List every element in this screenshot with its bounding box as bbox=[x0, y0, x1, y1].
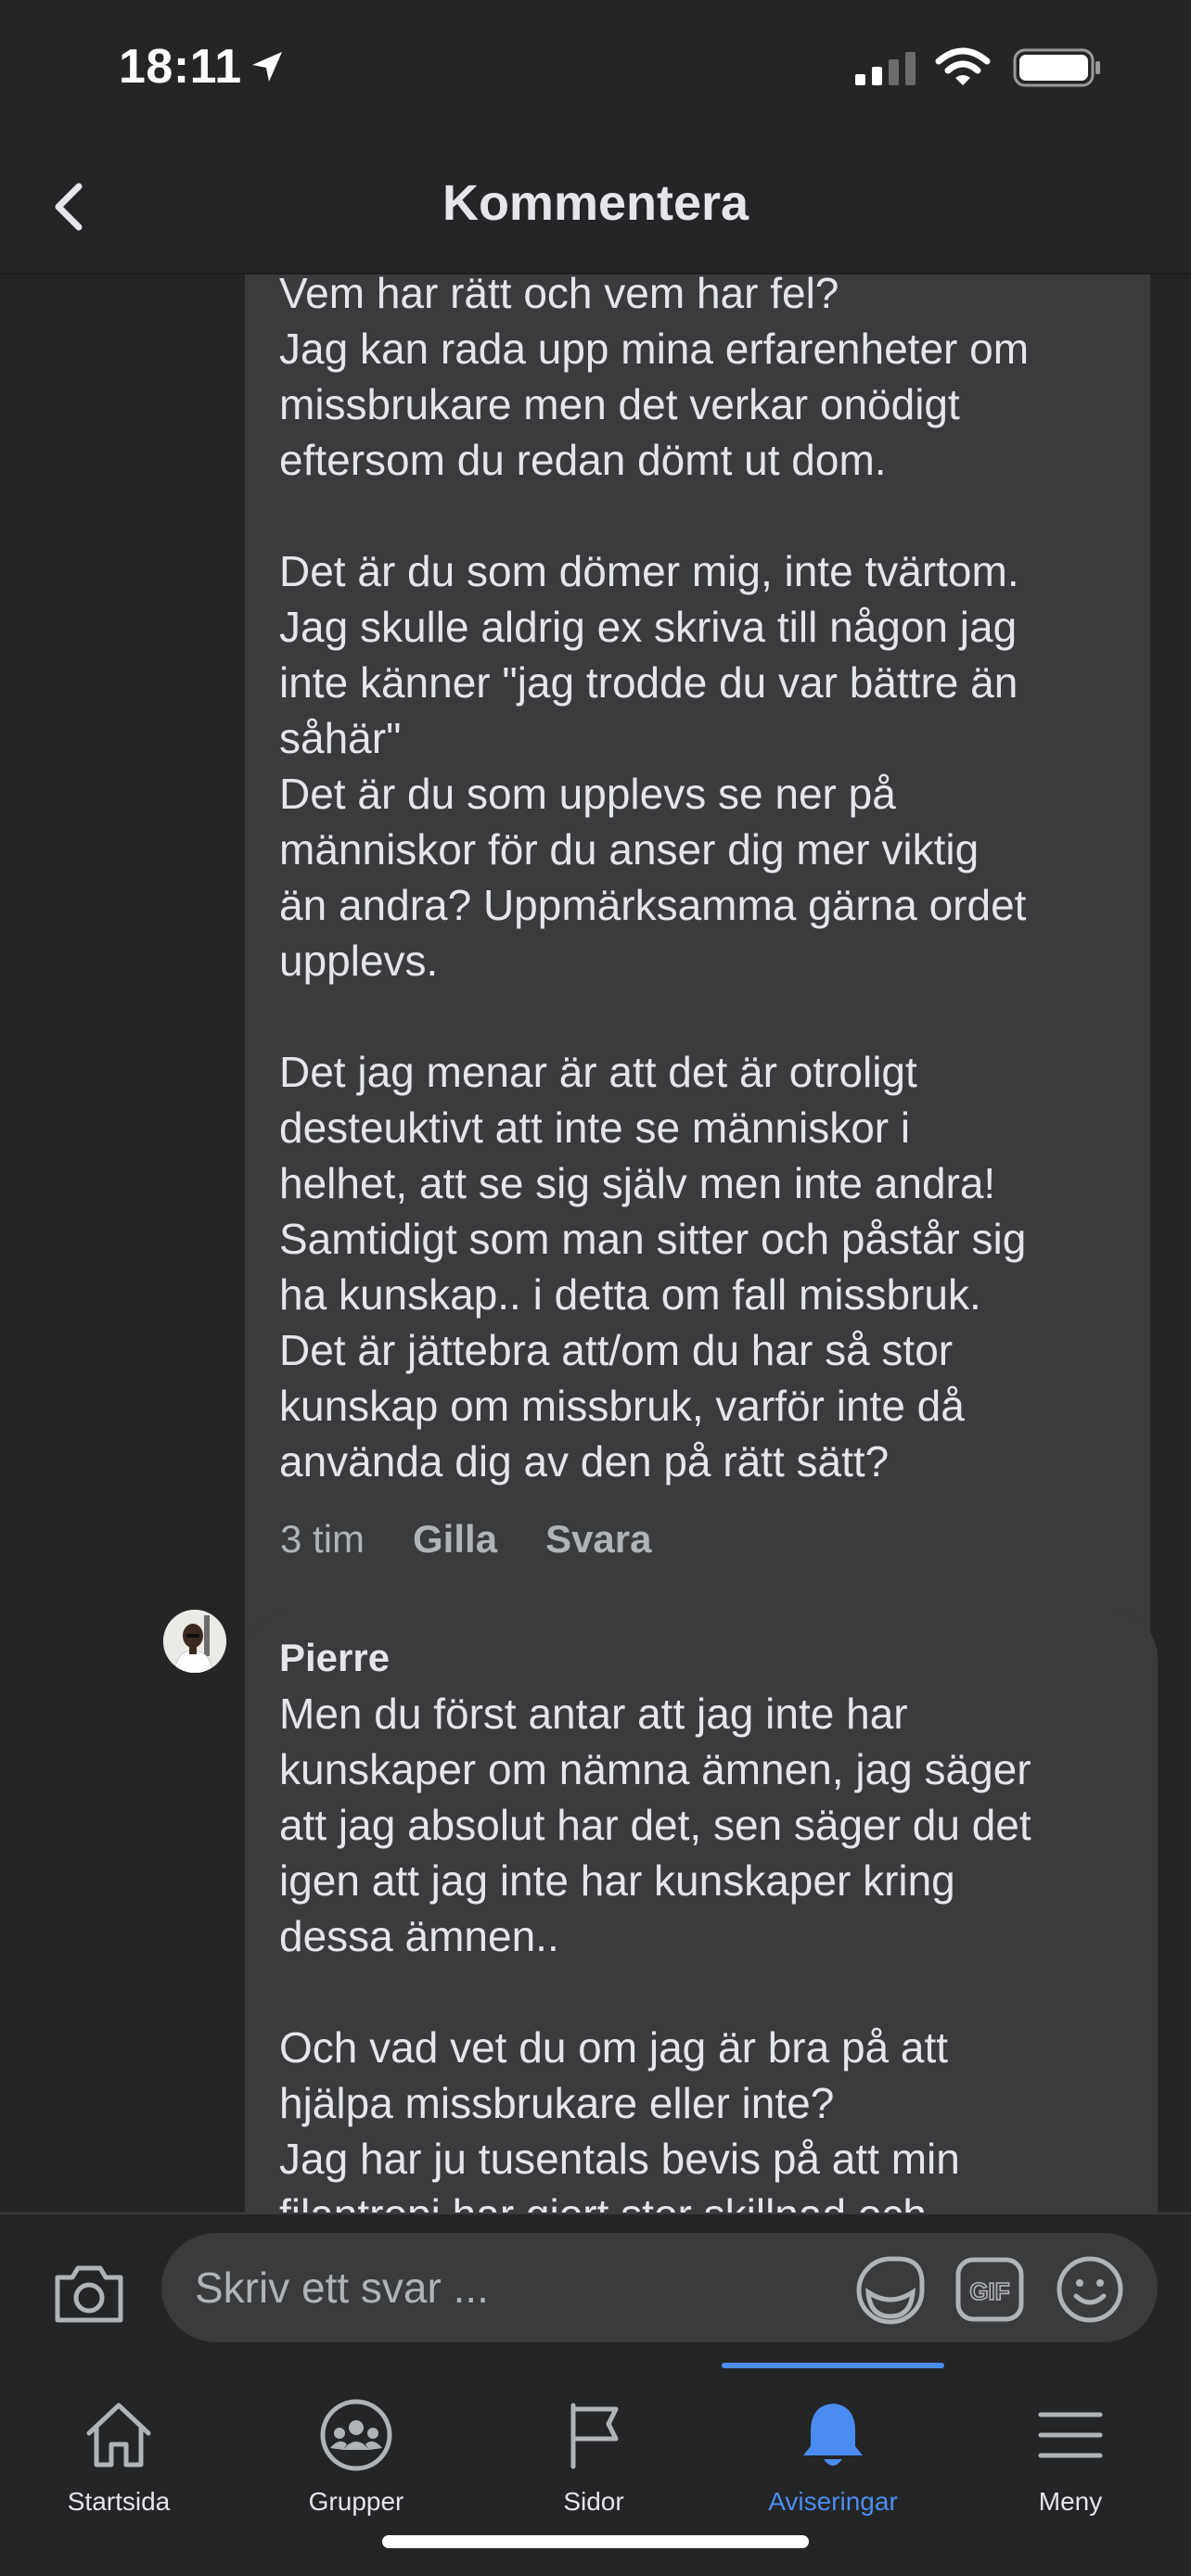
wifi-icon bbox=[935, 46, 991, 92]
battery-icon bbox=[1013, 48, 1102, 92]
home-icon bbox=[86, 2403, 151, 2468]
svg-text:GIF: GIF bbox=[969, 2277, 1009, 2305]
avatar[interactable] bbox=[163, 1610, 226, 1673]
location-arrow-icon bbox=[249, 48, 286, 90]
screen: 18:11 Kommentera Vem har rätt och vem ha… bbox=[0, 0, 1191, 2576]
hamburger-menu-icon bbox=[1038, 2412, 1103, 2458]
comment-text: Men du först antar att jag inte har kuns… bbox=[279, 1690, 1031, 2213]
camera-button[interactable] bbox=[52, 2261, 126, 2326]
tab-menu[interactable]: Meny bbox=[952, 2381, 1189, 2520]
tab-label: Meny bbox=[1038, 2487, 1103, 2516]
groups-icon bbox=[320, 2399, 392, 2471]
page-title: Kommentera bbox=[442, 175, 749, 231]
tab-label: Sidor bbox=[563, 2487, 624, 2516]
comment-timestamp: 3 tim bbox=[280, 1517, 365, 1561]
header: Kommentera bbox=[0, 139, 1191, 274]
emoji-button[interactable] bbox=[1056, 2255, 1124, 2324]
sticker-button[interactable] bbox=[855, 2255, 926, 2326]
flag-icon bbox=[570, 2403, 619, 2469]
comment-bubble[interactable]: Pierre Men du först antar att jag inte h… bbox=[245, 1612, 1158, 2213]
reply-input[interactable] bbox=[195, 2233, 807, 2342]
emoji-icon bbox=[1057, 2256, 1123, 2323]
camera-icon bbox=[55, 2265, 123, 2323]
active-tab-indicator bbox=[722, 2363, 944, 2368]
comment-text: Vem har rätt och vem har fel? Jag kan ra… bbox=[279, 274, 1030, 1486]
tab-label: Startsida bbox=[67, 2487, 171, 2516]
reply-field[interactable]: GIF bbox=[161, 2233, 1158, 2342]
sticker-icon bbox=[856, 2256, 925, 2325]
bell-icon bbox=[803, 2404, 863, 2466]
home-indicator[interactable] bbox=[382, 2535, 809, 2548]
comment-thread: Vem har rätt och vem har fel? Jag kan ra… bbox=[0, 274, 1191, 2213]
tab-label: Grupper bbox=[308, 2487, 404, 2516]
comment-author[interactable]: Pierre bbox=[279, 1636, 390, 1680]
gif-icon: GIF bbox=[955, 2257, 1024, 2322]
comment-actions: 3 tim Gilla Svara bbox=[280, 1517, 652, 1562]
gif-button[interactable]: GIF bbox=[955, 2257, 1024, 2322]
tab-pages[interactable]: Sidor bbox=[475, 2381, 712, 2520]
like-button[interactable]: Gilla bbox=[413, 1517, 497, 1562]
tab-notifications[interactable]: Aviseringar bbox=[714, 2381, 952, 2520]
status-bar: 18:11 bbox=[0, 0, 1191, 139]
reply-button[interactable]: Svara bbox=[545, 1517, 651, 1562]
cellular-signal-icon bbox=[855, 52, 916, 90]
status-time: 18:11 bbox=[119, 40, 242, 94]
tab-groups[interactable]: Grupper bbox=[237, 2381, 475, 2520]
reply-composer: GIF bbox=[0, 2213, 1191, 2363]
tab-label: Aviseringar bbox=[768, 2487, 898, 2516]
tab-home[interactable]: Startsida bbox=[0, 2381, 237, 2520]
